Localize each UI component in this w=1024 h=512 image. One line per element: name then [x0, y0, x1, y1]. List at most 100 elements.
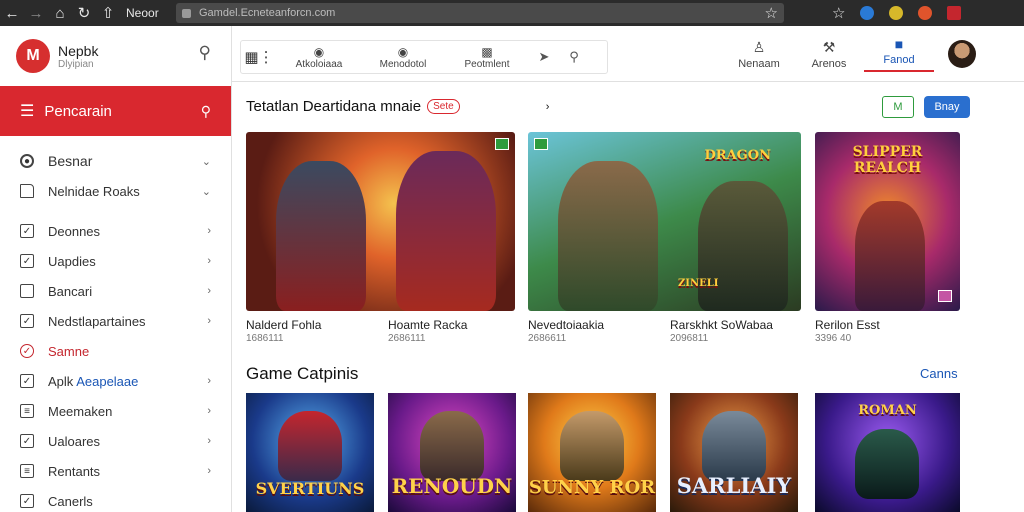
character-art — [560, 411, 624, 481]
toolbar-button-label: Peotmlent — [464, 58, 510, 70]
toolbar-button-label: Atkoloiaaa — [295, 58, 343, 70]
search-icon[interactable]: ⚲ — [199, 43, 211, 63]
home-up-icon[interactable]: ⇧ — [96, 0, 120, 26]
game-tile[interactable]: SVERTIUNS — [246, 393, 374, 512]
character-art — [396, 151, 496, 311]
sidebar-item-label: Ualoares — [48, 433, 101, 449]
game-count: 3396 40 — [815, 333, 852, 344]
sidebar-item-nedstlapartaines[interactable]: ✓ Nedstlapartaines › — [0, 306, 231, 336]
card-tag-icon — [495, 138, 509, 150]
chevron-right-icon: › — [207, 285, 211, 297]
extension-icon[interactable] — [860, 6, 875, 20]
toolbar-button-1[interactable]: ◉ Atkoloiaaa — [277, 45, 361, 70]
menu-icon[interactable]: ☰ — [20, 101, 34, 121]
brand-subtitle: Dlyipian — [58, 58, 94, 70]
expand-icon[interactable]: ➤ — [529, 49, 559, 65]
game-name[interactable]: Rerilon Esst — [815, 318, 880, 332]
sidebar-item-meemaken[interactable]: ≡ Meemaken › — [0, 396, 231, 426]
character-art — [855, 201, 925, 311]
brand-logo-icon[interactable]: M — [16, 39, 50, 73]
bookmark-star-icon[interactable]: ☆ — [832, 4, 845, 22]
chevron-right-icon: › — [207, 315, 211, 327]
profile-icon[interactable] — [947, 6, 962, 20]
top-toolbar: ▦⋮ ◉ Atkoloiaaa ◉ Menodotol ▩ Peotmlent ➤ ⚲… — [232, 26, 1024, 82]
folder-icon — [20, 184, 34, 198]
sidebar-item-bancari[interactable]: Bancari › — [0, 276, 231, 306]
sidebar-item-rentants[interactable]: ≡ Rentants › — [0, 456, 231, 486]
nav-item-arenos[interactable]: ⚒ Arenos — [794, 39, 864, 70]
game-card[interactable]: SLIPPER REALCH — [815, 132, 960, 311]
sidebar-item-ualoares[interactable]: ✓ Ualoares › — [0, 426, 231, 456]
game-art-title: SLIPPER REALCH — [852, 144, 923, 176]
toolbar-button-2[interactable]: ◉ Menodotol — [361, 45, 445, 70]
search-icon[interactable]: ⚲ — [559, 49, 589, 65]
game-card[interactable] — [246, 132, 515, 311]
game-tile[interactable]: RENOUDN — [388, 393, 516, 512]
nav-item-label: Fanod — [883, 54, 915, 66]
see-all-link[interactable]: Canns — [920, 366, 958, 381]
game-tile[interactable]: SARLIAIY — [670, 393, 798, 512]
toolbar-card-icon: ▩ — [481, 44, 493, 59]
sidebar-item-canerls[interactable]: ✓ Canerls — [0, 486, 231, 512]
extension-icon[interactable] — [918, 6, 933, 20]
game-tile[interactable]: ROMAN — [815, 393, 960, 512]
section-title: Tetatlan Deartidana mnaie Sete › — [246, 98, 549, 115]
toolbar-circle-icon: ◉ — [313, 44, 325, 59]
game-art-subtitle: ZINELI — [678, 278, 719, 289]
character-art — [558, 161, 658, 311]
sidebar-item-deonnes[interactable]: ✓ Deonnes › — [0, 216, 231, 246]
character-art — [276, 161, 366, 311]
nav-item-label: Nenaam — [738, 57, 780, 70]
address-bar[interactable]: Gamdel.Ecneteanforcn.com ☆ — [176, 3, 784, 23]
forward-arrow-icon[interactable]: → — [24, 0, 48, 26]
section-title-text: Tetatlan Deartidana mnaie — [246, 98, 422, 115]
home-icon[interactable]: ⌂ — [48, 0, 72, 26]
circle-icon: ● — [20, 154, 34, 168]
extension-icon[interactable] — [889, 6, 904, 20]
game-tile[interactable]: SUNNY ROR — [528, 393, 656, 512]
view-toolstrip: ▦⋮ ◉ Atkoloiaaa ◉ Menodotol ▩ Peotmlent ➤ ⚲ — [240, 40, 608, 74]
sidebar-item-label: Meemaken — [48, 403, 113, 419]
game-name[interactable]: Rarskhkt SoWabaa — [670, 318, 773, 332]
sidebar-item-aplk[interactable]: ✓ Aplk Aeapelaae › — [0, 366, 231, 396]
game-count: 2096811 — [670, 333, 709, 344]
sidebar-item-besnar[interactable]: ● Besnar ⌄ — [0, 146, 231, 176]
sidebar-item-label: Uapdies — [48, 253, 96, 269]
chevron-right-icon: › — [207, 435, 211, 447]
top-right-nav: ♙ Nenaam ⚒ Arenos ■ Fanod — [724, 26, 1024, 82]
game-card[interactable]: DRAGON ZINELI — [528, 132, 801, 311]
game-art-title: SVERTIUNS — [255, 479, 365, 498]
controller-icon: ⚒ — [822, 38, 836, 55]
game-name[interactable]: Nevedtoiaakia — [528, 318, 604, 332]
green-button[interactable]: M — [882, 96, 914, 118]
lock-icon — [182, 8, 191, 18]
card-tag-icon — [938, 290, 952, 302]
search-icon[interactable]: ⚲ — [201, 103, 211, 120]
star-icon[interactable]: ☆ — [765, 4, 778, 22]
reload-icon[interactable]: ↻ — [72, 0, 96, 26]
sidebar-item-label: Aplk Aeapelaae — [48, 374, 207, 389]
game-art-title: SARLIAIY — [676, 473, 792, 498]
nav-item-label: Arenos — [811, 57, 847, 70]
nav-item-fanod[interactable]: ■ Fanod — [864, 36, 934, 72]
sidebar-item-uapdies[interactable]: ✓ Uapdies › — [0, 246, 231, 276]
toolbar-button-3[interactable]: ▩ Peotmlent — [445, 45, 529, 70]
character-art — [855, 429, 919, 499]
blue-button[interactable]: Bnay — [924, 96, 970, 118]
avatar[interactable] — [948, 40, 976, 68]
game-name[interactable]: Nalderd Fohla — [246, 318, 321, 332]
check-circle-icon: ✓ — [20, 344, 34, 358]
character-art — [702, 411, 766, 481]
chevron-right-icon[interactable]: › — [546, 101, 550, 113]
back-arrow-icon[interactable]: ← — [0, 0, 24, 26]
sidebar-item-nelnidae[interactable]: Nelnidae Roaks ⌄ — [0, 176, 231, 206]
sidebar-item-samne[interactable]: ✓ Samne — [0, 336, 231, 366]
game-name[interactable]: Hoamte Racka — [388, 318, 467, 332]
status-badge[interactable]: Sete — [427, 99, 460, 114]
chevron-down-icon: ⌄ — [201, 155, 211, 168]
nav-item-nenaam[interactable]: ♙ Nenaam — [724, 39, 794, 70]
tab-title[interactable]: Neoor — [126, 6, 170, 20]
grid-view-icon[interactable]: ▦⋮ — [241, 48, 277, 66]
document-icon: ≡ — [20, 464, 34, 478]
sidebar-search-bar[interactable]: ☰ Pencarain ⚲ — [0, 86, 231, 136]
